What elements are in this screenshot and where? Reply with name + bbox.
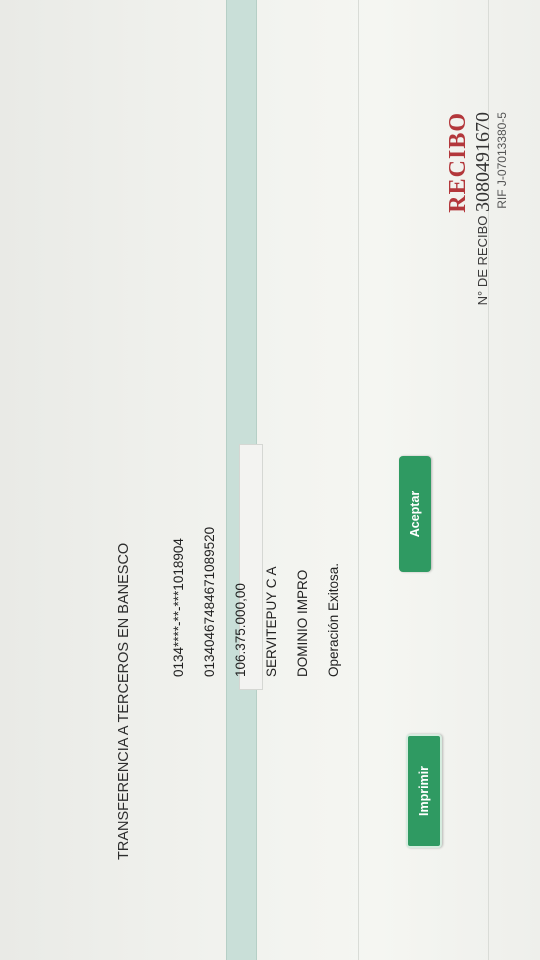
receipt-title: RECIBO: [445, 112, 471, 213]
receipt-header: RECIBO N° DE RECIBO 3080491670 RIF J-070…: [444, 112, 510, 305]
payment-concept: DOMINIO IMPRO: [295, 569, 310, 677]
receipt-number: 3080491670: [472, 112, 494, 212]
receipt-number-label: N° DE RECIBO: [475, 215, 490, 306]
rif-label: RIF J-07013380-5: [495, 112, 509, 209]
print-button[interactable]: Imprimir: [406, 734, 442, 848]
operation-title: TRANSFERENCIA A TERCEROS EN BANESCO: [116, 542, 132, 860]
stripe-edge-top: [226, 0, 227, 960]
source-account: 0134****-**-***1018904: [171, 538, 186, 677]
operation-status: Operación Exitosa.: [326, 562, 341, 677]
amount-value: 106.375.000,00: [233, 583, 248, 677]
beneficiary-name: SERVITEPUY C A: [264, 566, 279, 677]
destination-account: 01340467484671089520: [202, 526, 217, 677]
accept-button[interactable]: Aceptar: [399, 456, 431, 572]
receipt-page: RECIBO N° DE RECIBO 3080491670 RIF J-070…: [0, 0, 540, 960]
receipt-number-row: N° DE RECIBO 3080491670: [472, 112, 494, 305]
